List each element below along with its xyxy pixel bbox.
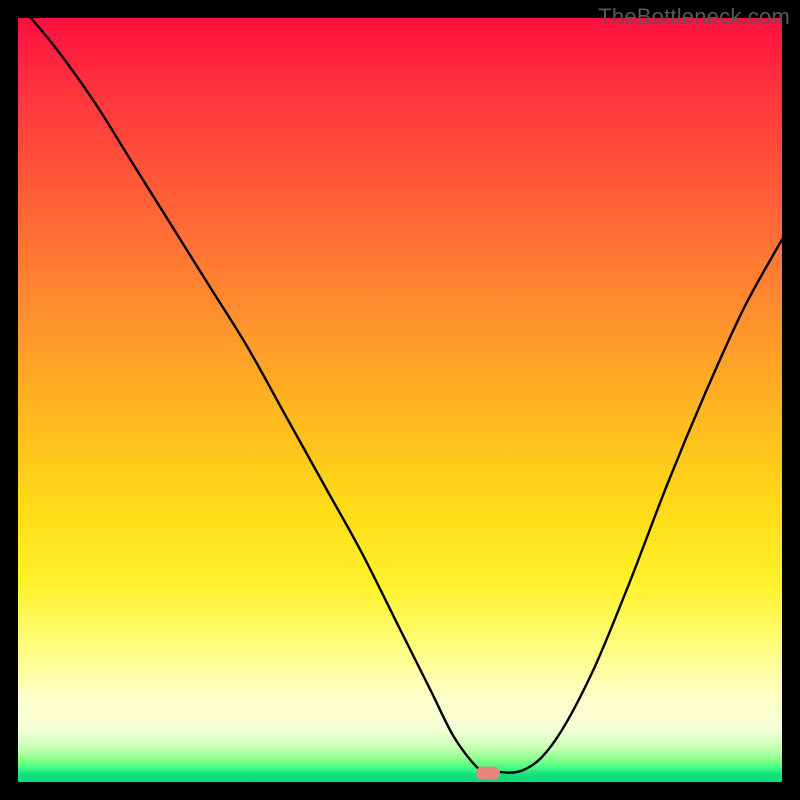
optimal-point-marker — [476, 766, 500, 779]
curve-layer — [18, 18, 782, 782]
chart-frame: TheBottleneck.com — [0, 0, 800, 800]
plot-area — [18, 18, 782, 782]
bottleneck-curve — [18, 18, 782, 773]
watermark-text: TheBottleneck.com — [598, 4, 790, 30]
